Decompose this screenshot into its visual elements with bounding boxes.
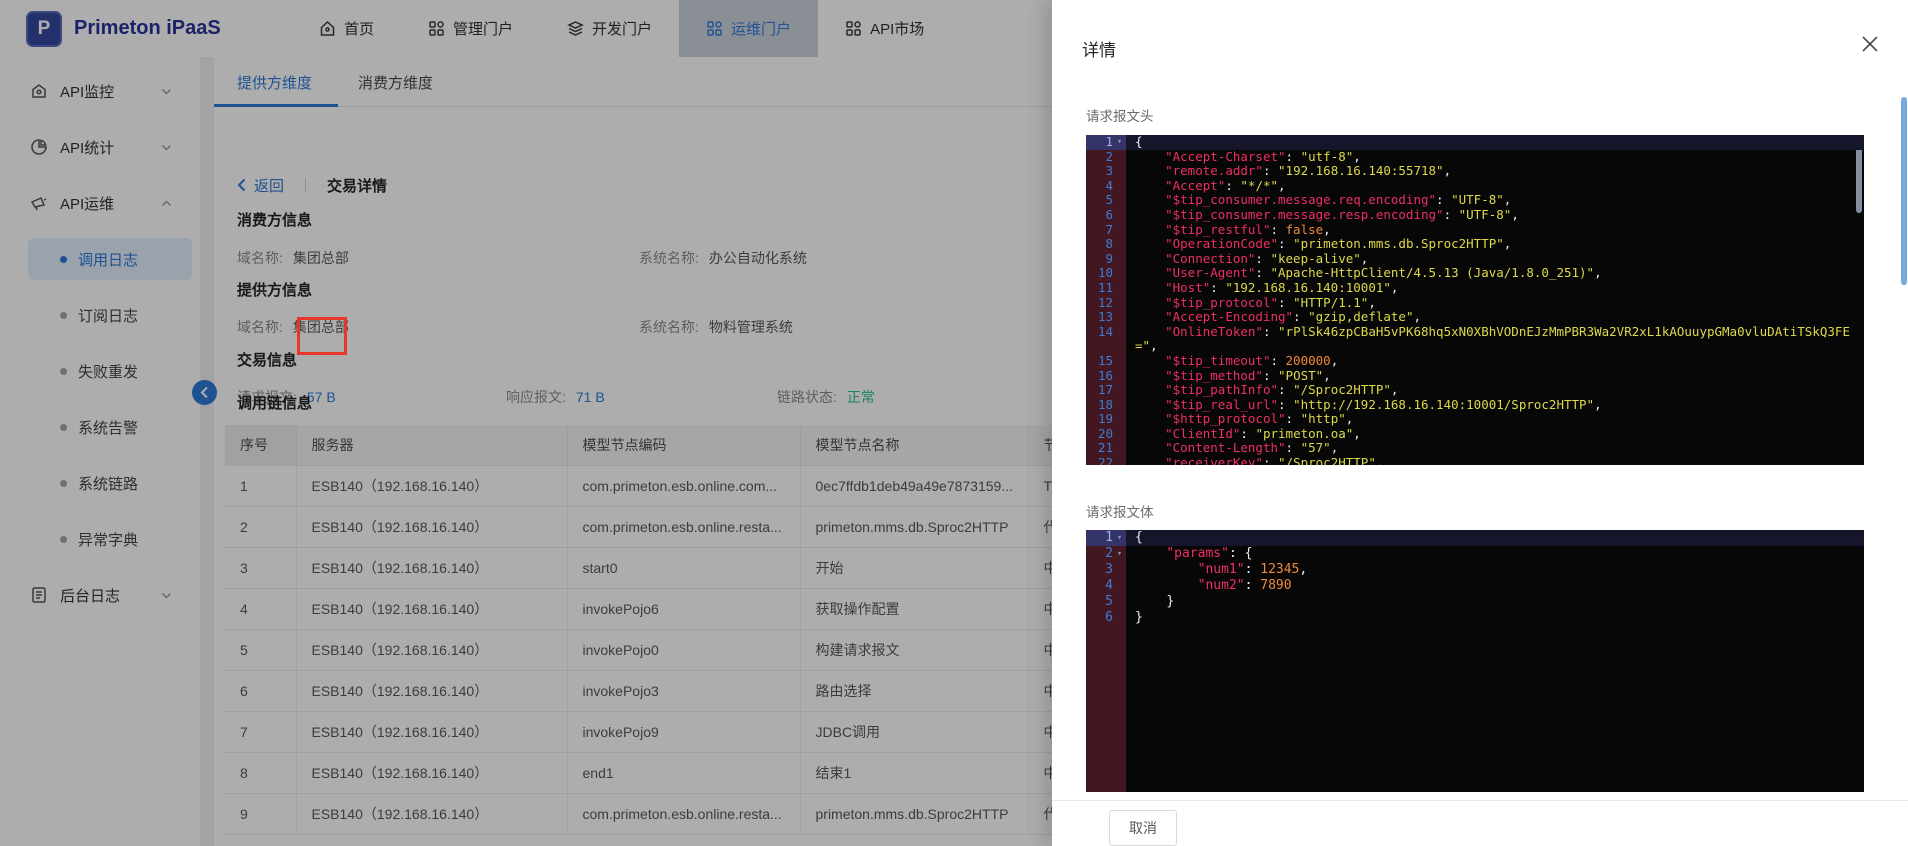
fold-spacer <box>1113 179 1126 194</box>
code-line: 3 "remote.addr": "192.168.16.140:55718", <box>1086 164 1864 179</box>
code-line: 4 "num2": 7890 <box>1086 578 1864 594</box>
fold-spacer <box>1113 208 1126 223</box>
fold-spacer <box>1113 456 1126 465</box>
fold-spacer <box>1113 252 1126 267</box>
fold-spacer <box>1113 427 1126 442</box>
fold-spacer <box>1113 310 1126 325</box>
line-number: 4 <box>1086 179 1113 194</box>
line-number: 7 <box>1086 223 1113 238</box>
fold-spacer <box>1113 354 1126 369</box>
fold-spacer <box>1113 412 1126 427</box>
request-body-editor[interactable]: 1▾{2▾ "params": {3 "num1": 12345,4 "num2… <box>1086 530 1864 792</box>
line-number: 5 <box>1086 193 1113 208</box>
code-line: 21 "Content-Length": "57", <box>1086 441 1864 456</box>
line-number: 16 <box>1086 369 1113 384</box>
fold-spacer <box>1113 398 1126 413</box>
fold-spacer <box>1113 441 1126 456</box>
line-number: 22 <box>1086 456 1113 465</box>
line-number: 13 <box>1086 310 1113 325</box>
code-line: 18 "$tip_real_url": "http://192.168.16.1… <box>1086 398 1864 413</box>
fold-spacer <box>1113 193 1126 208</box>
code-line: 6 "$tip_consumer.message.resp.encoding":… <box>1086 208 1864 223</box>
code-line: 9 "Connection": "keep-alive", <box>1086 252 1864 267</box>
code-line: 16 "$tip_method": "POST", <box>1086 369 1864 384</box>
detail-drawer: 详情 请求报文头 1▾{2 "Accept-Charset": "utf-8",… <box>1052 0 1908 846</box>
line-number: 2 <box>1086 546 1113 562</box>
code-line: 20 "ClientId": "primeton.oa", <box>1086 427 1864 442</box>
fold-spacer <box>1113 266 1126 281</box>
line-number: 6 <box>1086 610 1113 626</box>
code-line: 19 "$http_protocol": "http", <box>1086 412 1864 427</box>
line-number: 12 <box>1086 296 1113 311</box>
code-line: 8 "OperationCode": "primeton.mms.db.Spro… <box>1086 237 1864 252</box>
line-number: 1 <box>1086 135 1113 150</box>
code-line: 22 "receiverKey": "/Sproc2HTTP", <box>1086 456 1864 465</box>
code-line: 6} <box>1086 610 1864 626</box>
code-line: 1▾{ <box>1086 530 1864 546</box>
fold-spacer <box>1113 578 1126 594</box>
code-line: 13 "Accept-Encoding": "gzip,deflate", <box>1086 310 1864 325</box>
code-line: 11 "Host": "192.168.16.140:10001", <box>1086 281 1864 296</box>
fold-icon[interactable]: ▾ <box>1113 530 1126 546</box>
code-line: 14 "OnlineToken": "rPlSk46zpCBaH5vPK68hq… <box>1086 325 1864 354</box>
code-line: 5 "$tip_consumer.message.req.encoding": … <box>1086 193 1864 208</box>
fold-spacer <box>1113 150 1126 165</box>
line-number: 17 <box>1086 383 1113 398</box>
fold-spacer <box>1113 296 1126 311</box>
fold-spacer <box>1113 610 1126 626</box>
line-number: 3 <box>1086 562 1113 578</box>
code-line: 4 "Accept": "*/*", <box>1086 179 1864 194</box>
request-body-label: 请求报文体 <box>1086 501 1154 521</box>
line-number: 9 <box>1086 252 1113 267</box>
fold-spacer <box>1113 223 1126 238</box>
fold-spacer <box>1113 369 1126 384</box>
line-number: 20 <box>1086 427 1113 442</box>
code-line: 10 "User-Agent": "Apache-HttpClient/4.5.… <box>1086 266 1864 281</box>
cancel-button[interactable]: 取消 <box>1109 810 1177 846</box>
line-number: 5 <box>1086 594 1113 610</box>
line-number: 10 <box>1086 266 1113 281</box>
fold-spacer <box>1113 325 1126 354</box>
request-header-editor[interactable]: 1▾{2 "Accept-Charset": "utf-8",3 "remote… <box>1086 135 1864 465</box>
line-number: 21 <box>1086 441 1113 456</box>
fold-icon[interactable]: ▾ <box>1113 135 1126 150</box>
code-line: 12 "$tip_protocol": "HTTP/1.1", <box>1086 296 1864 311</box>
request-header-label: 请求报文头 <box>1086 105 1154 125</box>
line-number: 14 <box>1086 325 1113 354</box>
code-line: 1▾{ <box>1086 135 1864 150</box>
line-number: 8 <box>1086 237 1113 252</box>
fold-spacer <box>1113 383 1126 398</box>
code-line: 3 "num1": 12345, <box>1086 562 1864 578</box>
app-screen: P Primeton iPaaS 首页 管理门户 开发门户 运维门户 A <box>0 0 1908 846</box>
fold-spacer <box>1113 164 1126 179</box>
code-line: 15 "$tip_timeout": 200000, <box>1086 354 1864 369</box>
code-line: 17 "$tip_pathInfo": "/Sproc2HTTP", <box>1086 383 1864 398</box>
line-number: 3 <box>1086 164 1113 179</box>
code-line: 2 "Accept-Charset": "utf-8", <box>1086 150 1864 165</box>
line-number: 11 <box>1086 281 1113 296</box>
fold-spacer <box>1113 594 1126 610</box>
drawer-mask[interactable] <box>0 0 1052 846</box>
fold-spacer <box>1113 281 1126 296</box>
line-number: 15 <box>1086 354 1113 369</box>
line-number: 4 <box>1086 578 1113 594</box>
fold-spacer <box>1113 562 1126 578</box>
close-icon[interactable] <box>1860 34 1880 54</box>
line-number: 18 <box>1086 398 1113 413</box>
code-line: 5 } <box>1086 594 1864 610</box>
line-number: 1 <box>1086 530 1113 546</box>
fold-spacer <box>1113 237 1126 252</box>
line-number: 2 <box>1086 150 1113 165</box>
code-line: 2▾ "params": { <box>1086 546 1864 562</box>
annotation-box <box>297 317 347 355</box>
code-line: 7 "$tip_restful": false, <box>1086 223 1864 238</box>
footer-divider <box>1052 800 1908 801</box>
line-number: 6 <box>1086 208 1113 223</box>
line-number: 19 <box>1086 412 1113 427</box>
fold-icon[interactable]: ▾ <box>1113 546 1126 562</box>
drawer-scrollbar[interactable] <box>1901 97 1907 285</box>
drawer-title: 详情 <box>1082 36 1116 61</box>
